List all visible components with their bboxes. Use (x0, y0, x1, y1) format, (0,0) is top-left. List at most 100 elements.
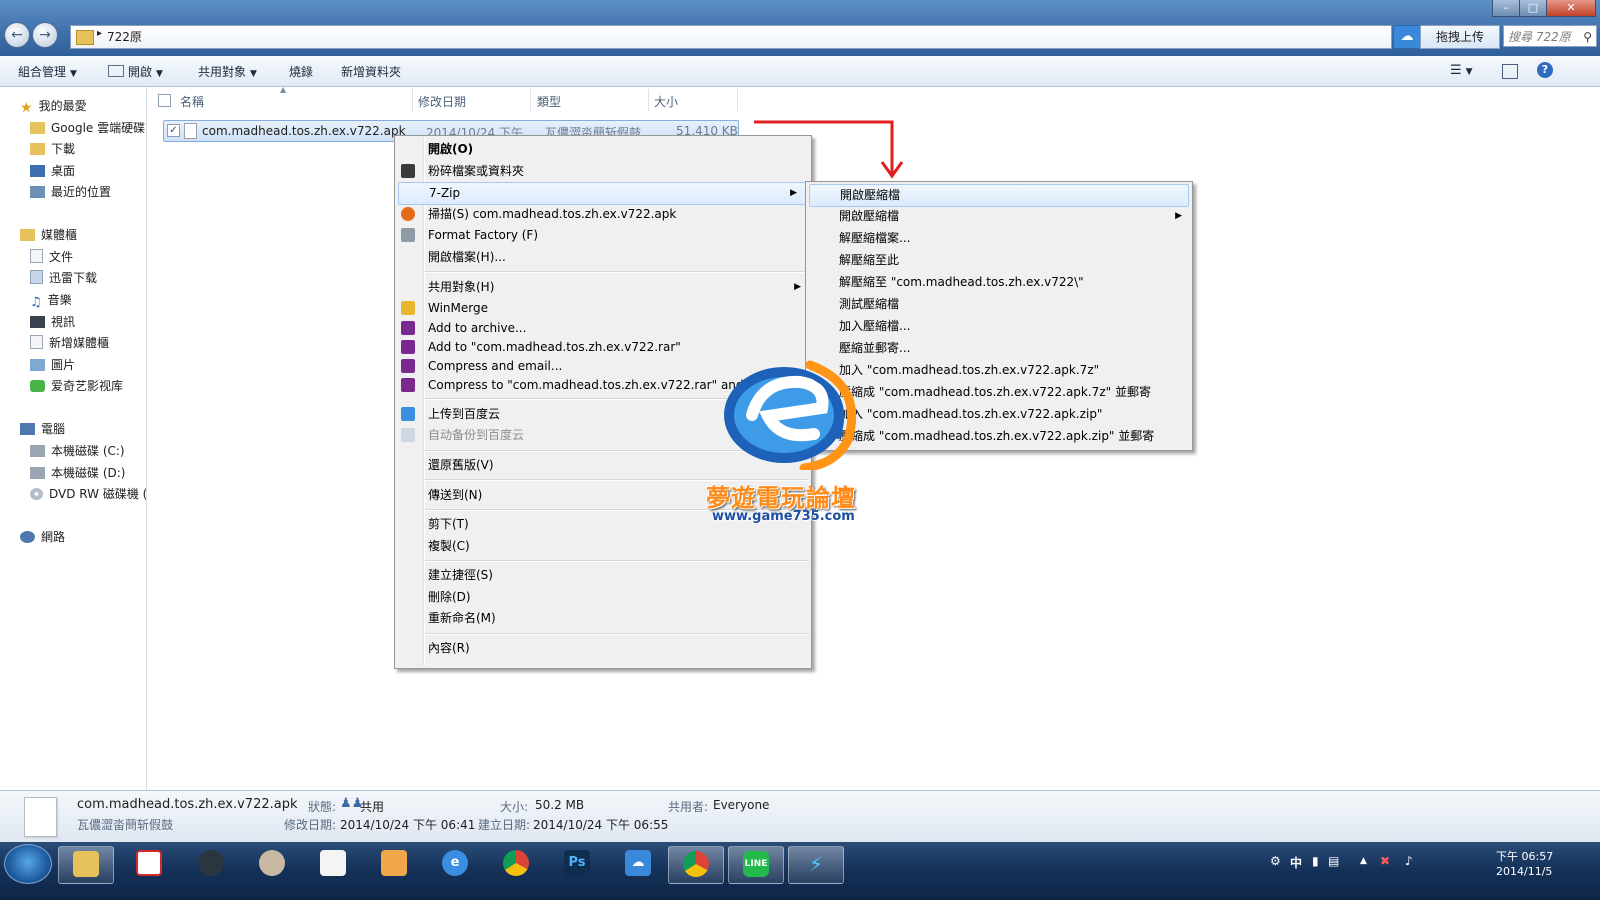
burn-button[interactable]: 燒錄 (289, 63, 313, 80)
volume-icon[interactable]: ♪ (1405, 854, 1413, 868)
menu-item-add-archive[interactable]: Add to archive... (395, 318, 811, 339)
taskbar-app-bolt[interactable]: ⚡ (788, 846, 844, 884)
column-header-modified[interactable]: 修改日期 (418, 93, 466, 110)
upload-button[interactable]: 拖拽上传 (1420, 25, 1500, 49)
nav-libraries[interactable]: 媒體櫃 (20, 226, 77, 243)
navigation-pane: ★ 我的最愛 Google 雲端硬碟 下載 桌面 最近的位置 媒體櫃 文件 迅雷下… (0, 87, 147, 809)
column-divider[interactable] (530, 89, 531, 111)
menu-item-copy[interactable]: 複製(C) (395, 536, 811, 557)
menu-item-open-file[interactable]: 開啟檔案(H)... (395, 247, 811, 268)
organize-button[interactable]: 組合管理 ▼ (18, 63, 77, 80)
nav-computer[interactable]: 電腦 (20, 420, 65, 437)
select-all-checkbox[interactable] (158, 94, 171, 107)
breadcrumb[interactable]: 722原 (107, 28, 142, 45)
ime-fullwidth-icon[interactable]: ▮ (1312, 854, 1319, 868)
share-button[interactable]: 共用對象 ▼ (198, 63, 257, 80)
nav-desktop[interactable]: 桌面 (30, 162, 75, 179)
close-button[interactable]: ✕ (1546, 0, 1596, 17)
column-header-name[interactable]: 名稱 (180, 93, 204, 110)
search-icon[interactable]: ⚲ (1583, 26, 1592, 48)
menu-item-label: 建立捷徑(S) (428, 568, 493, 582)
nav-documents[interactable]: 文件 (30, 248, 73, 265)
menu-item-create-shortcut[interactable]: 建立捷徑(S) (395, 565, 811, 586)
nav-google-drive[interactable]: Google 雲端硬碟 (30, 119, 146, 136)
forward-icon[interactable]: → (32, 22, 58, 48)
menu-item-winmerge[interactable]: WinMerge (395, 298, 811, 319)
nav-new-library[interactable]: 新增媒體櫃 (30, 334, 109, 351)
sort-indicator-icon: ▲ (280, 85, 287, 94)
minimize-button[interactable]: – (1492, 0, 1520, 17)
nav-music[interactable]: ♫ 音樂 (30, 291, 72, 308)
menu-separator (425, 633, 809, 635)
taskbar-line[interactable]: LINE (728, 846, 784, 884)
taskbar-ie[interactable]: e (428, 846, 482, 882)
address-bar[interactable]: ▸ 722原 (70, 25, 1392, 49)
submenu-item-add-archive[interactable]: 加入壓縮檔... (806, 316, 1192, 337)
taskbar-explorer[interactable] (58, 846, 114, 884)
taskbar-baidu-cloud[interactable]: ☁ (611, 846, 665, 882)
nav-dvd[interactable]: DVD RW 磁碟機 ( (30, 485, 146, 502)
nav-disk-c[interactable]: 本機磁碟 (C:) (30, 442, 125, 459)
taskbar-photoshop[interactable]: Ps (550, 846, 604, 882)
nav-downloads[interactable]: 下載 (30, 140, 75, 157)
submenu-item-test-archive[interactable]: 測試壓縮檔 (806, 294, 1192, 315)
maximize-button[interactable]: □ (1519, 0, 1547, 17)
taskbar-chrome[interactable] (489, 846, 543, 882)
taskbar-app-1[interactable] (122, 846, 176, 882)
nav-thunder[interactable]: 迅雷下载 (30, 269, 97, 286)
preview-pane-icon[interactable] (1502, 64, 1518, 79)
help-icon[interactable]: ? (1537, 62, 1553, 78)
submenu-item-open-archive-more[interactable]: 開啟壓縮檔 ▶ (806, 206, 1192, 227)
cloud-icon[interactable]: ☁ (1393, 25, 1421, 49)
taskbar-app-2[interactable] (184, 846, 238, 882)
column-divider[interactable] (412, 89, 413, 111)
submenu-item-extract-to[interactable]: 解壓縮至 "com.madhead.tos.zh.ex.v722\" (806, 272, 1192, 293)
menu-item-rename[interactable]: 重新命名(M) (395, 608, 811, 629)
nav-videos[interactable]: 視訊 (30, 313, 75, 330)
ime-options-icon[interactable]: ▤ (1328, 854, 1339, 868)
submenu-item-extract-files[interactable]: 解壓縮檔案... (806, 228, 1192, 249)
tray-expand-icon[interactable]: ▲ (1360, 856, 1367, 866)
column-divider[interactable] (737, 89, 738, 111)
menu-item-properties[interactable]: 內容(R) (395, 638, 811, 659)
nav-favorites[interactable]: ★ 我的最愛 (20, 97, 87, 114)
nav-recent[interactable]: 最近的位置 (30, 183, 111, 200)
chevron-down-icon: ▼ (156, 69, 163, 79)
nav-network[interactable]: 網路 (20, 528, 65, 545)
winrar-icon (401, 378, 415, 392)
start-orb-icon[interactable] (4, 844, 52, 884)
column-divider[interactable] (648, 89, 649, 111)
menu-item-scan[interactable]: 掃描(S) com.madhead.tos.zh.ex.v722.apk (395, 204, 811, 225)
taskbar-transfer[interactable] (367, 846, 421, 882)
search-input[interactable]: 搜尋 722原 ⚲ (1503, 25, 1597, 47)
menu-item-format-factory[interactable]: Format Factory (F) (395, 225, 811, 246)
column-header-type[interactable]: 類型 (537, 93, 561, 110)
taskbar-notepad[interactable] (306, 846, 360, 882)
submenu-item-compress-email[interactable]: 壓縮並郵寄... (806, 338, 1192, 359)
menu-item-share[interactable]: 共用對象(H) ▶ (395, 277, 811, 298)
baidu-cloud-icon (401, 428, 415, 442)
chevron-down-icon: ▼ (1465, 67, 1473, 77)
file-checkbox[interactable]: ✓ (167, 124, 180, 137)
clock-date[interactable]: 2014/11/5 (1496, 865, 1552, 878)
column-header-size[interactable]: 大小 (654, 93, 678, 110)
submenu-item-extract-here[interactable]: 解壓縮至此 (806, 250, 1192, 271)
nav-iqiyi[interactable]: 爱奇艺影视库 (30, 377, 123, 394)
nav-disk-d[interactable]: 本機磁碟 (D:) (30, 464, 125, 481)
new-folder-button[interactable]: 新增資料夾 (341, 63, 401, 80)
clock-time[interactable]: 下午 06:57 (1496, 848, 1553, 864)
taskbar-app-3[interactable] (245, 846, 299, 882)
open-button[interactable]: 開啟 ▼ (108, 63, 163, 80)
back-icon[interactable]: ← (4, 22, 30, 48)
ime-icon[interactable]: ⚙ (1270, 854, 1281, 868)
network-status-icon[interactable]: ✖ (1380, 854, 1390, 868)
menu-item-delete[interactable]: 刪除(D) (395, 587, 811, 608)
window-controls: – □ ✕ (1492, 0, 1598, 18)
view-options-icon[interactable]: ☰ ▼ (1450, 63, 1473, 78)
ime-mode[interactable]: 中 (1290, 854, 1302, 871)
documents-icon (30, 249, 43, 263)
taskbar-chrome-active[interactable] (668, 846, 724, 884)
winrar-icon (401, 321, 415, 335)
menu-item-add-rar[interactable]: Add to "com.madhead.tos.zh.ex.v722.rar" (395, 337, 811, 358)
nav-pictures[interactable]: 圖片 (30, 356, 75, 373)
